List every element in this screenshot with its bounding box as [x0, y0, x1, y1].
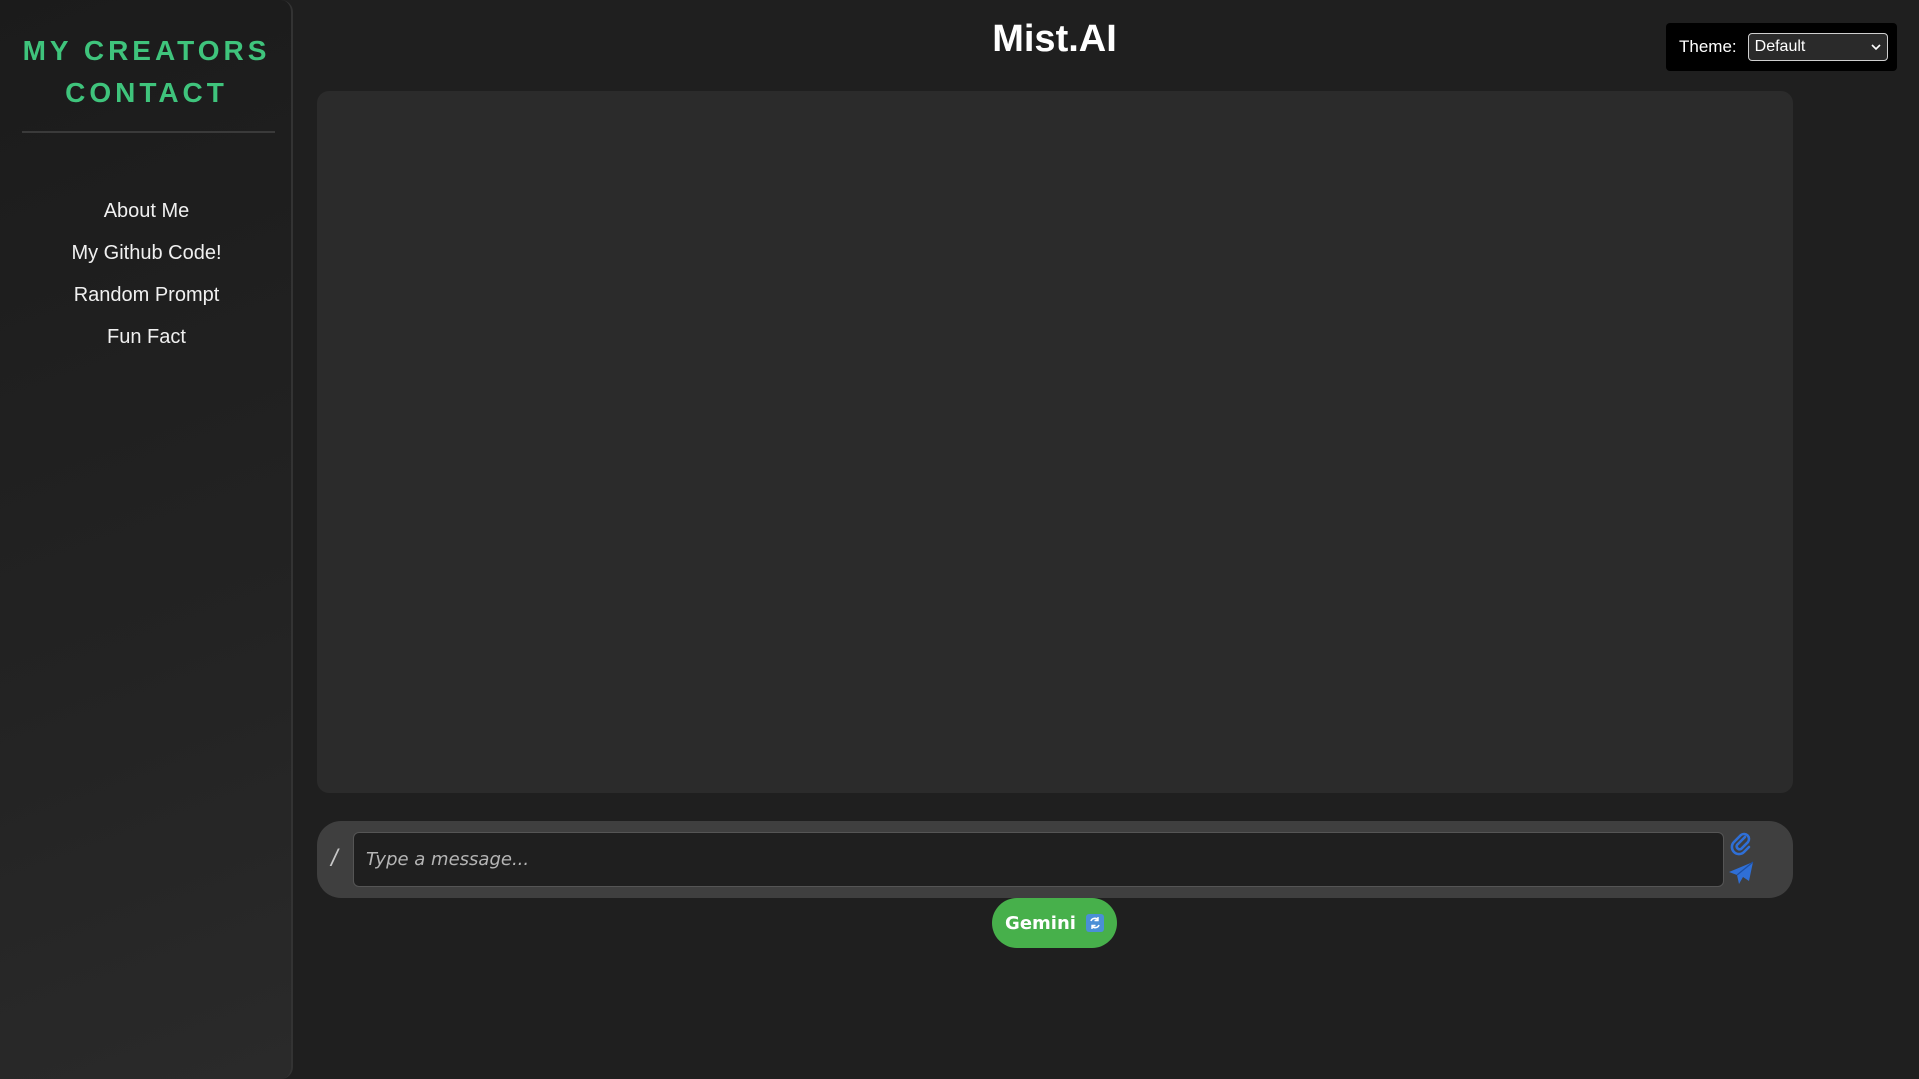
chat-messages-area[interactable]	[317, 91, 1793, 793]
sidebar-item-fun-fact[interactable]: Fun Fact	[0, 316, 293, 358]
model-toggle-button[interactable]: Gemini	[992, 898, 1117, 948]
sidebar-item-github-code[interactable]: My Github Code!	[0, 232, 293, 274]
sidebar-divider	[22, 131, 275, 133]
sidebar-nav: About Me My Github Code! Random Prompt F…	[0, 190, 293, 358]
sidebar-item-random-prompt[interactable]: Random Prompt	[0, 274, 293, 316]
theme-dropdown[interactable]: Default	[1747, 33, 1888, 61]
sidebar-title-line1: MY CREATORS	[22, 35, 271, 66]
theme-label: Theme:	[1679, 37, 1737, 56]
theme-selector: Theme: Default	[1666, 23, 1897, 71]
theme-selected-value: Default	[1754, 38, 1806, 55]
sidebar-item-about-me[interactable]: About Me	[0, 190, 293, 232]
paperclip-icon[interactable]	[1729, 831, 1753, 857]
swap-icon	[1085, 914, 1104, 932]
paper-plane-icon[interactable]	[1727, 860, 1755, 886]
sidebar-title: MY CREATORS CONTACT	[0, 30, 293, 114]
sidebar-title-line2: CONTACT	[65, 77, 228, 108]
command-prefix: /	[331, 845, 338, 872]
chevron-down-icon	[1871, 38, 1881, 56]
model-label: Gemini	[1005, 912, 1076, 934]
sidebar: MY CREATORS CONTACT About Me My Github C…	[0, 0, 293, 1079]
message-composer: /	[317, 821, 1793, 898]
page-title: Mist.AI	[992, 18, 1117, 60]
message-input[interactable]	[353, 832, 1724, 887]
